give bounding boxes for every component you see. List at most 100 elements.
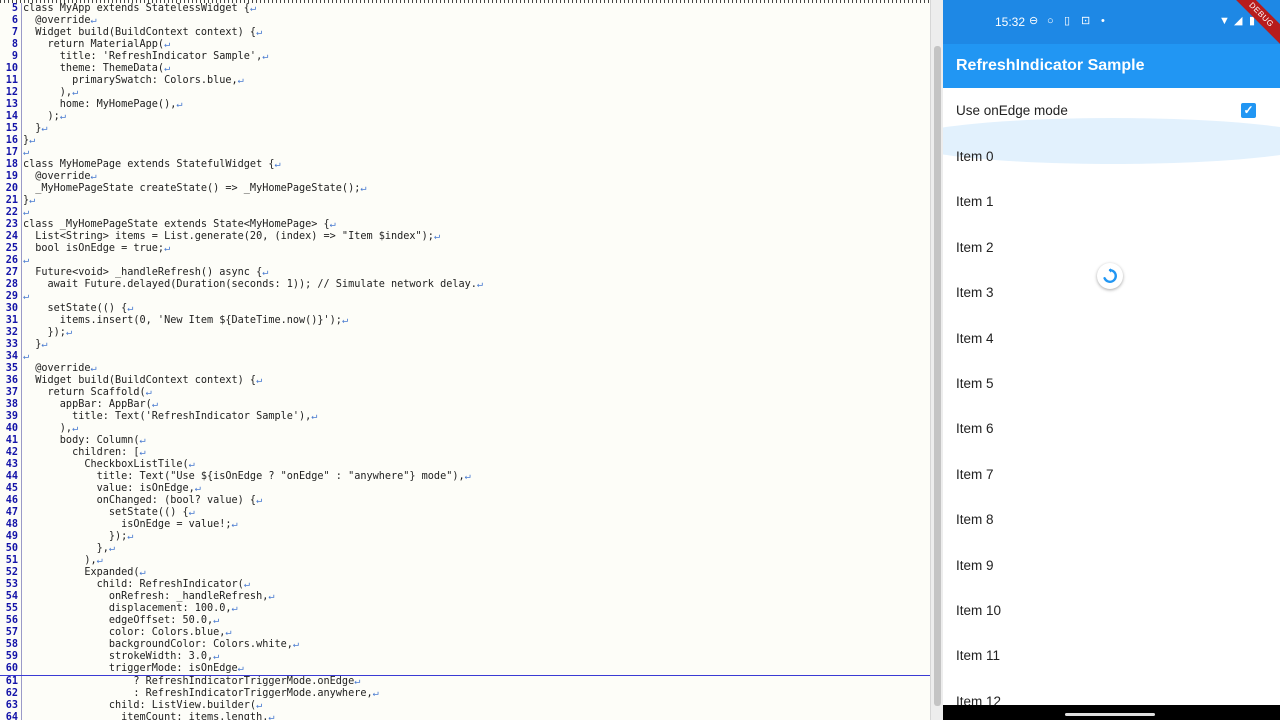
line-number: 57 <box>5 627 18 638</box>
list-item-label: Item 5 <box>956 375 994 391</box>
code-line[interactable]: 60 triggerMode: isOnEdge↵ <box>0 663 930 676</box>
line-end-marker-icon: ↵ <box>151 399 158 410</box>
code-text: child: RefreshIndicator( <box>23 579 244 590</box>
code-text: Widget build(BuildContext context) { <box>23 27 257 38</box>
code-line[interactable]: 26 ↵ <box>0 255 930 267</box>
code-line[interactable]: 30 setState(() {↵ <box>0 303 930 315</box>
code-line[interactable]: 12 ),↵ <box>0 87 930 99</box>
code-line[interactable]: 17 ↵ <box>0 147 930 159</box>
list-item[interactable]: Item 1 <box>943 178 1280 223</box>
code-text: strokeWidth: 3.0, <box>23 651 214 662</box>
line-end-marker-icon: ↵ <box>237 75 244 86</box>
code-line[interactable]: 15 }↵ <box>0 123 930 135</box>
code-line[interactable]: 35 @override↵ <box>0 363 930 375</box>
code-line[interactable]: 44 title: Text("Use ${isOnEdge ? "onEdge… <box>0 471 930 483</box>
home-gesture-handle[interactable] <box>1065 713 1155 716</box>
code-line[interactable]: 19 @override↵ <box>0 171 930 183</box>
code-line[interactable]: 23 class _MyHomePageState extends State<M… <box>0 219 930 231</box>
code-line[interactable]: 34 ↵ <box>0 351 930 363</box>
code-line[interactable]: 18 class MyHomePage extends StatefulWidge… <box>0 159 930 171</box>
line-number: 39 <box>5 411 18 422</box>
editor-scrollbar[interactable] <box>930 0 944 720</box>
scrollbar-thumb[interactable] <box>934 46 941 706</box>
code-line[interactable]: 28 await Future.delayed(Duration(seconds… <box>0 279 930 291</box>
code-line[interactable]: 59 strokeWidth: 3.0,↵ <box>0 651 930 663</box>
code-line[interactable]: 20 _MyHomePageState createState() => _My… <box>0 183 930 195</box>
code-line[interactable]: 43 CheckboxListTile(↵ <box>0 459 930 471</box>
code-line[interactable]: 38 appBar: AppBar(↵ <box>0 399 930 411</box>
list-item[interactable]: Item 4 <box>943 315 1280 360</box>
code-line[interactable]: 63 child: ListView.builder(↵ <box>0 700 930 712</box>
code-line[interactable]: 36 Widget build(BuildContext context) {↵ <box>0 375 930 387</box>
code-line[interactable]: 25 bool isOnEdge = true;↵ <box>0 243 930 255</box>
code-line[interactable]: 53 child: RefreshIndicator(↵ <box>0 579 930 591</box>
code-line[interactable]: 45 value: isOnEdge,↵ <box>0 483 930 495</box>
code-text: class MyApp extends StatelessWidget { <box>23 3 250 14</box>
line-number: 24 <box>5 231 18 242</box>
code-line[interactable]: 6 @override↵ <box>0 15 930 27</box>
code-line[interactable]: 61 ? RefreshIndicatorTriggerMode.onEdge↵ <box>0 676 930 688</box>
code-line[interactable]: 5 class MyApp extends StatelessWidget {↵ <box>0 3 930 15</box>
list-item[interactable]: Item 0 <box>943 133 1280 178</box>
list-item[interactable]: Item 7 <box>943 451 1280 496</box>
list-item[interactable]: Item 5 <box>943 360 1280 405</box>
line-number: 64 <box>5 712 18 720</box>
code-editor[interactable]: 5 class MyApp extends StatelessWidget {↵ 6… <box>0 0 930 720</box>
code-line[interactable]: 13 home: MyHomePage(),↵ <box>0 99 930 111</box>
code-line[interactable]: 37 return Scaffold(↵ <box>0 387 930 399</box>
code-line[interactable]: 64 itemCount: items.length,↵ <box>0 712 930 720</box>
code-line[interactable]: 52 Expanded(↵ <box>0 567 930 579</box>
code-area[interactable]: 5 class MyApp extends StatelessWidget {↵ 6… <box>0 3 930 720</box>
code-line[interactable]: 42 children: [↵ <box>0 447 930 459</box>
line-number: 53 <box>5 579 18 590</box>
code-line[interactable]: 48 isOnEdge = value!;↵ <box>0 519 930 531</box>
line-end-marker-icon: ↵ <box>59 111 66 122</box>
onedge-checkbox[interactable]: ✓ <box>1241 103 1256 118</box>
code-text: theme: ThemeData( <box>23 63 165 74</box>
list-item[interactable]: Item 8 <box>943 496 1280 541</box>
code-line[interactable]: 33 }↵ <box>0 339 930 351</box>
code-line[interactable]: 50 },↵ <box>0 543 930 555</box>
list-item-label: Item 8 <box>956 512 994 528</box>
code-line[interactable]: 11 primarySwatch: Colors.blue,↵ <box>0 75 930 87</box>
code-line[interactable]: 29 ↵ <box>0 291 930 303</box>
line-number: 11 <box>5 75 18 86</box>
line-number: 47 <box>5 507 18 518</box>
code-line[interactable]: 55 displacement: 100.0,↵ <box>0 603 930 615</box>
code-line[interactable]: 8 return MaterialApp(↵ <box>0 39 930 51</box>
list-item[interactable]: Item 11 <box>943 632 1280 677</box>
code-line[interactable]: 16}↵ <box>0 135 930 147</box>
line-end-marker-icon: ↵ <box>274 159 281 170</box>
line-end-marker-icon: ↵ <box>188 459 195 470</box>
code-line[interactable]: 14 );↵ <box>0 111 930 123</box>
list-item[interactable]: Item 10 <box>943 587 1280 632</box>
code-line[interactable]: 39 title: Text('RefreshIndicator Sample'… <box>0 411 930 423</box>
item-list[interactable]: Item 0 Item 1 Item 2 Item 3 Item 4 Item 5 Item… <box>943 133 1280 720</box>
code-line[interactable]: 40 ),↵ <box>0 423 930 435</box>
code-line[interactable]: 10 theme: ThemeData(↵ <box>0 63 930 75</box>
line-end-marker-icon: ↵ <box>256 27 263 38</box>
code-text: ); <box>23 111 60 122</box>
code-line[interactable]: 24 List<String> items = List.generate(20… <box>0 231 930 243</box>
code-line[interactable]: 58 backgroundColor: Colors.white,↵ <box>0 639 930 651</box>
code-line[interactable]: 31 items.insert(0, 'New Item ${DateTime.… <box>0 315 930 327</box>
code-line[interactable]: 41 body: Column(↵ <box>0 435 930 447</box>
code-line[interactable]: 47 setState(() {↵ <box>0 507 930 519</box>
code-line[interactable]: 54 onRefresh: _handleRefresh,↵ <box>0 591 930 603</box>
line-end-marker-icon: ↵ <box>354 676 361 687</box>
code-line[interactable]: 7 Widget build(BuildContext context) {↵ <box>0 27 930 39</box>
code-line[interactable]: 9 title: 'RefreshIndicator Sample',↵ <box>0 51 930 63</box>
code-line[interactable]: 46 onChanged: (bool? value) {↵ <box>0 495 930 507</box>
code-line[interactable]: 27 Future<void> _handleRefresh() async {… <box>0 267 930 279</box>
code-line[interactable]: 56 edgeOffset: 50.0,↵ <box>0 615 930 627</box>
list-item[interactable]: Item 9 <box>943 542 1280 587</box>
code-line[interactable]: 51 ),↵ <box>0 555 930 567</box>
code-line[interactable]: 22 ↵ <box>0 207 930 219</box>
code-line[interactable]: 32 });↵ <box>0 327 930 339</box>
code-line[interactable]: 57 color: Colors.blue,↵ <box>0 627 930 639</box>
line-number: 33 <box>5 339 18 350</box>
code-line[interactable]: 21}↵ <box>0 195 930 207</box>
code-line[interactable]: 62 : RefreshIndicatorTriggerMode.anywher… <box>0 688 930 700</box>
code-line[interactable]: 49 });↵ <box>0 531 930 543</box>
list-item[interactable]: Item 6 <box>943 405 1280 450</box>
